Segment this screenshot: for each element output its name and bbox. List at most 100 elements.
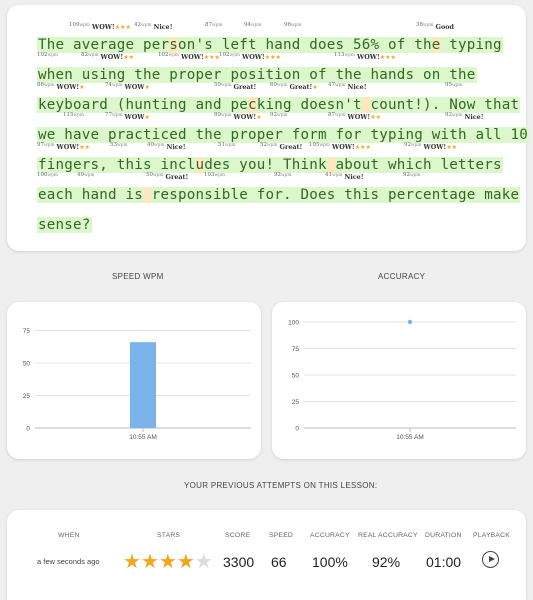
- word-wpm-value: 92: [403, 172, 410, 178]
- wpm-unit: wpm: [47, 53, 59, 58]
- word-rating: WOW!: [347, 113, 371, 122]
- header-speed: SPEED: [269, 532, 294, 539]
- word-wpm-marker: 87wpm: [205, 22, 225, 31]
- word-rating: WOW!: [423, 143, 447, 152]
- word-star-icon: ★: [144, 84, 150, 92]
- word-wpm-value: 82: [81, 52, 88, 58]
- typing-line: each hand is responsible for. Does this …: [37, 186, 521, 205]
- word-wpm-marker: 102wpm: [37, 52, 60, 61]
- word-rating: Nice!: [347, 83, 367, 92]
- star-filled-icon: ★: [140, 551, 159, 573]
- mistyped-char: [326, 157, 336, 173]
- attempt-speed: 66: [271, 554, 287, 570]
- word-wpm-marker: 89wpm WOW!★: [214, 112, 262, 121]
- word-wpm-marker: 59wpm Great!: [214, 82, 256, 91]
- word-wpm-value: 40: [147, 142, 154, 148]
- word-wpm-value: 115: [63, 112, 74, 118]
- word-wpm-marker: 92wpm: [274, 172, 294, 181]
- word-rating: Great!: [233, 83, 257, 92]
- word-wpm-value: 96: [284, 22, 291, 28]
- word-rating: Nice!: [166, 143, 186, 152]
- header-stars: STARS: [157, 532, 181, 539]
- word-star-icon: ★★: [446, 144, 458, 152]
- wpm-unit: wpm: [212, 23, 223, 28]
- word-rating: WOW!: [242, 53, 265, 62]
- y-tick-label: 25: [292, 399, 300, 406]
- mistyped-char: [361, 97, 371, 113]
- typed-text: sense?: [37, 217, 92, 233]
- word-wpm-marker: 82wpm WOW!★★: [81, 52, 134, 61]
- word-wpm-value: 105: [309, 142, 320, 148]
- star-filled-icon: ★: [158, 551, 177, 573]
- word-rating: Nice!: [464, 113, 484, 122]
- wpm-unit: wpm: [344, 53, 356, 58]
- word-wpm-marker: 113wpm WOW!★★★: [334, 52, 396, 61]
- playback-button[interactable]: [482, 551, 499, 568]
- word-rating: Nice!: [344, 173, 364, 182]
- word-star-icon: ★★★: [264, 54, 281, 62]
- header-when: WHEN: [58, 532, 80, 539]
- speed-chart-card: 0 25 50 75 10:55 AM: [7, 302, 261, 459]
- word-rating: Great!: [165, 173, 189, 182]
- wpm-unit: wpm: [335, 83, 346, 88]
- word-rating: WOW!: [56, 143, 80, 152]
- accuracy-point: [407, 319, 413, 325]
- wpm-unit: wpm: [277, 83, 288, 88]
- word-star-icon: ★★★: [114, 24, 131, 32]
- y-tick-label: 75: [23, 328, 31, 335]
- word-wpm-marker: 50wpm Great!: [146, 172, 188, 181]
- word-wpm-value: 47: [328, 82, 335, 88]
- word-star-icon: ★★★: [203, 54, 220, 62]
- y-tick-label: 0: [295, 426, 299, 433]
- word-wpm-marker: 96wpm: [284, 22, 304, 31]
- y-tick-label: 50: [292, 373, 300, 380]
- word-star-icon: ★★★: [379, 54, 396, 62]
- wpm-unit: wpm: [47, 173, 59, 178]
- typed-text: fingers, this includes you! Think about …: [37, 157, 503, 173]
- typing-text-card: The average person's left hand does 56% …: [7, 5, 529, 251]
- typed-text: keyboard (hunting and pecking doesn't co…: [37, 97, 521, 113]
- word-wpm-value: 38: [416, 22, 423, 28]
- accuracy-chart-card: 0 25 50 75 100 10:55 AM: [272, 302, 526, 459]
- word-wpm-value: 95: [445, 82, 452, 88]
- wpm-unit: wpm: [154, 143, 165, 148]
- word-wpm-value: 77: [105, 112, 112, 118]
- attempt-real-accuracy: 92%: [372, 554, 401, 570]
- word-rating: Nice!: [153, 23, 173, 32]
- word-wpm-value: 87: [205, 22, 212, 28]
- typed-text: we have practiced the proper form for ty…: [37, 127, 529, 143]
- header-playback: PLAYBACK: [473, 532, 510, 539]
- wpm-unit: wpm: [141, 23, 152, 28]
- accuracy-chart: 0 25 50 75 100 10:55 AM: [288, 319, 516, 441]
- mistyped-char: u: [195, 157, 205, 173]
- word-wpm-marker: 42wpm Nice!: [134, 22, 173, 31]
- word-wpm-marker: 74wpm WOW★: [105, 82, 150, 91]
- wpm-unit: wpm: [335, 113, 346, 118]
- wpm-unit: wpm: [44, 83, 55, 88]
- word-wpm-value: 60: [270, 82, 277, 88]
- word-wpm-marker: 47wpm Nice!: [328, 82, 367, 91]
- word-wpm-value: 53: [110, 142, 117, 148]
- word-rating: WOW: [124, 113, 145, 122]
- word-wpm-value: 59: [214, 82, 221, 88]
- word-wpm-value: 94: [244, 22, 251, 28]
- wpm-unit: wpm: [291, 23, 302, 28]
- word-wpm-value: 102: [219, 52, 230, 58]
- word-rating: WOW!: [233, 113, 257, 122]
- word-wpm-marker: 97wpm WOW!★★: [37, 142, 90, 151]
- word-wpm-marker: 41wpm Nice!: [325, 172, 364, 181]
- word-rating: WOW!: [357, 53, 380, 62]
- typed-text: The average person's left hand does 56% …: [37, 37, 503, 53]
- word-wpm-marker: 102wpm WOW!★★★: [219, 52, 281, 61]
- word-rating: WOW!: [181, 53, 204, 62]
- wpm-unit: wpm: [44, 143, 55, 148]
- word-wpm-marker: 51wpm: [218, 142, 238, 151]
- attempts-title: YOUR PREVIOUS ATTEMPTS ON THIS LESSON:: [184, 481, 378, 490]
- attempt-stars: ★ ★ ★ ★ ★: [123, 552, 213, 572]
- attempt-accuracy: 100%: [312, 554, 348, 570]
- word-star-icon: ★: [144, 114, 150, 122]
- word-wpm-marker: 95wpm: [445, 82, 465, 91]
- x-tick-label: 10:55 AM: [129, 434, 156, 441]
- word-wpm-value: 89: [214, 112, 221, 118]
- wpm-unit: wpm: [117, 143, 128, 148]
